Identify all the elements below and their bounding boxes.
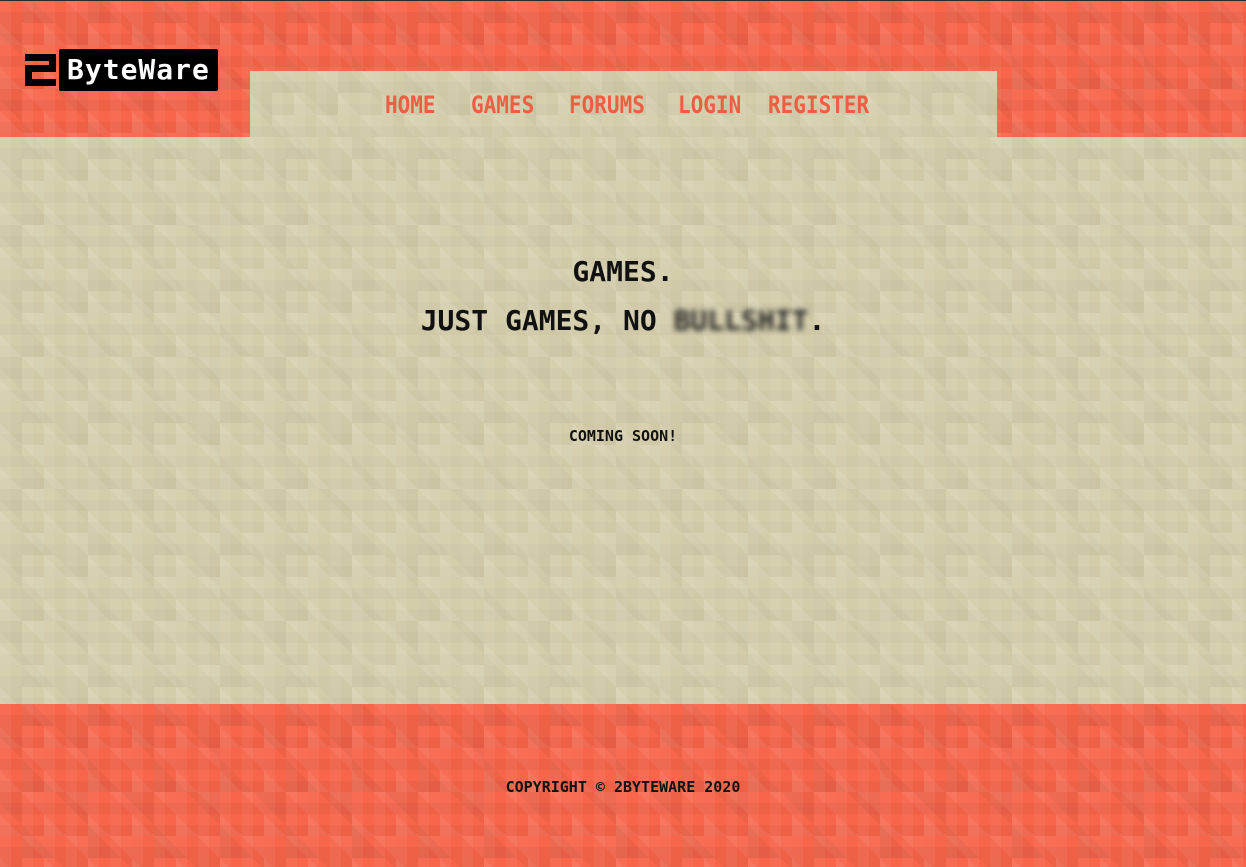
2-logo-mark-icon [25,49,59,91]
copyright-text: COPYRIGHT © 2BYTEWARE 2020 [505,778,741,796]
nav-link-forums[interactable]: FORUMS [569,91,645,119]
site-footer: COPYRIGHT © 2BYTEWARE 2020 [0,704,1246,867]
logo-text: ByteWare [59,49,218,91]
hero-subtitle-censored-word: BULLSHIT [673,304,809,337]
nav-link-register[interactable]: REGISTER [768,91,869,119]
main-nav: HOME GAMES FORUMS LOGIN REGISTER [250,71,997,138]
nav-link-login[interactable]: LOGIN [678,91,741,119]
site-header: ByteWare HOME GAMES FORUMS LOGIN REGISTE… [0,0,1246,138]
nav-link-games[interactable]: GAMES [471,91,534,119]
hero-subtitle: JUST GAMES, NO BULLSHIT. [0,304,1246,337]
hero-subtitle-suffix: . [808,304,826,337]
site-logo[interactable]: ByteWare [25,49,218,91]
main-content: GAMES. JUST GAMES, NO BULLSHIT. COMING S… [0,137,1246,704]
nav-link-home[interactable]: HOME [385,91,436,119]
coming-soon-text: COMING SOON! [568,427,678,445]
hero-subtitle-prefix: JUST GAMES, NO [420,304,674,337]
hero-title: GAMES. [572,255,674,288]
